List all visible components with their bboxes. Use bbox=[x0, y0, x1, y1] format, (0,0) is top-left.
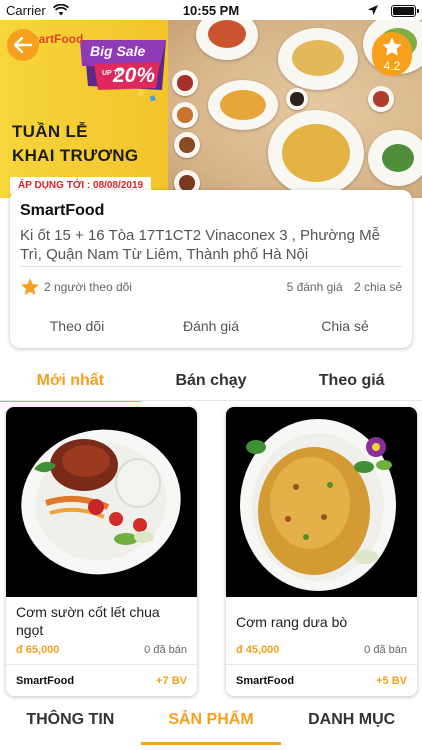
rating-badge: 4.2 bbox=[372, 32, 412, 76]
shop-stats: 5 đánh giá 2 chia sẻ bbox=[287, 280, 402, 294]
tab-info[interactable]: THÔNG TIN bbox=[0, 702, 141, 742]
back-arrow-icon bbox=[14, 37, 32, 53]
battery-icon bbox=[391, 5, 419, 17]
product-sold-count: 0 đã bán bbox=[144, 644, 187, 656]
location-arrow-icon bbox=[368, 5, 378, 15]
product-seller: SmartFood bbox=[16, 675, 75, 687]
shop-banner: Big Sale UP TO 20% TUẦN LỄ KHAI TRƯƠNG Á… bbox=[0, 20, 422, 198]
product-divider bbox=[226, 664, 417, 665]
shares-count: 2 chia sẻ bbox=[353, 280, 402, 294]
promo-title: TUẦN LỄ KHAI TRƯƠNG bbox=[12, 120, 138, 168]
tab-products[interactable]: SẢN PHẨM bbox=[140, 702, 282, 745]
star-icon bbox=[382, 37, 402, 56]
product-name[interactable]: Cơm rang dưa bò bbox=[236, 613, 406, 631]
product-card[interactable]: Cơm sườn cốt lết chua ngọt đ 65,000 0 đã… bbox=[6, 407, 197, 696]
product-bv: +7 BV bbox=[156, 675, 187, 687]
product-seller: SmartFood bbox=[236, 675, 295, 687]
promo-line-2: KHAI TRƯƠNG bbox=[12, 146, 139, 165]
tab-categories[interactable]: DANH MỤC bbox=[281, 702, 422, 742]
card-actions: Theo dõi Đánh giá Chia sẻ bbox=[10, 318, 412, 334]
followers-info: 2 người theo dõi bbox=[20, 277, 132, 297]
product-card[interactable]: Cơm rang dưa bò đ 45,000 0 đã bán SmartF… bbox=[226, 407, 417, 696]
product-bv: +5 BV bbox=[376, 675, 407, 687]
sort-tabs: Mới nhất Bán chạy Theo giá bbox=[0, 366, 422, 402]
product-image[interactable] bbox=[226, 407, 417, 597]
clock: 10:55 PM bbox=[182, 3, 240, 18]
product-name[interactable]: Cơm sườn cốt lết chua ngọt bbox=[16, 603, 186, 639]
tab-by-price[interactable]: Theo giá bbox=[281, 366, 422, 398]
followers-count: 2 người theo dõi bbox=[44, 280, 132, 294]
reviews-count: 5 đánh giá bbox=[286, 280, 343, 294]
status-bar: Carrier 10:55 PM bbox=[0, 0, 422, 20]
tab-newest[interactable]: Mới nhất bbox=[0, 366, 141, 402]
product-price: đ 45,000 bbox=[236, 644, 280, 656]
product-image[interactable] bbox=[6, 407, 197, 597]
bottom-tabs: THÔNG TIN SẢN PHẨM DANH MỤC bbox=[0, 702, 422, 745]
product-divider bbox=[6, 664, 197, 665]
card-divider bbox=[20, 266, 402, 267]
product-sold-count: 0 đã bán bbox=[364, 644, 407, 656]
sort-tabs-divider bbox=[0, 400, 422, 401]
shop-name: SmartFood bbox=[20, 202, 105, 219]
star-icon bbox=[21, 278, 39, 295]
tab-best-selling[interactable]: Bán chạy bbox=[141, 366, 282, 398]
sale-percent: 20% bbox=[113, 64, 156, 87]
rate-button[interactable]: Đánh giá bbox=[144, 318, 278, 334]
follow-button[interactable]: Theo dõi bbox=[10, 318, 144, 334]
promo-line-1: TUẦN LỄ bbox=[12, 122, 88, 141]
sale-label: Big Sale bbox=[90, 43, 146, 59]
shop-info-card: SmartFood Ki ốt 15 + 16 Tòa 17T1CT2 Vina… bbox=[10, 190, 412, 348]
shop-address: Ki ốt 15 + 16 Tòa 17T1CT2 Vinaconex 3 , … bbox=[20, 227, 380, 263]
back-button[interactable] bbox=[7, 29, 39, 61]
share-button[interactable]: Chia sẻ bbox=[278, 318, 412, 334]
rating-value: 4.2 bbox=[383, 59, 401, 73]
product-price: đ 65,000 bbox=[16, 644, 60, 656]
big-sale-tag: Big Sale UP TO 20% bbox=[80, 40, 168, 110]
